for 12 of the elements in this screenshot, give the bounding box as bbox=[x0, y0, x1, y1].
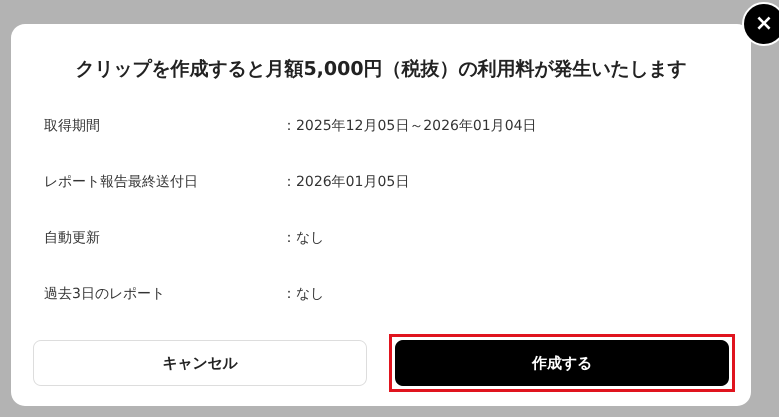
create-button[interactable]: 作成する bbox=[395, 340, 729, 386]
detail-value: ：2026年01月05日 bbox=[282, 173, 410, 192]
detail-label: 自動更新 bbox=[44, 229, 100, 248]
detail-label: 過去3日のレポート bbox=[44, 285, 165, 304]
detail-label: レポート報告最終送付日 bbox=[44, 173, 198, 192]
detail-value: ：なし bbox=[282, 229, 324, 248]
detail-label: 取得期間 bbox=[44, 117, 100, 136]
detail-value: ：2025年12月05日～2026年01月04日 bbox=[282, 117, 537, 136]
detail-value: ：なし bbox=[282, 285, 324, 304]
close-button[interactable]: × bbox=[742, 2, 779, 46]
cancel-button[interactable]: キャンセル bbox=[33, 340, 367, 386]
dialog-title: クリップを作成すると月額5,000円（税抜）の利用料が発生いたします bbox=[75, 57, 687, 82]
